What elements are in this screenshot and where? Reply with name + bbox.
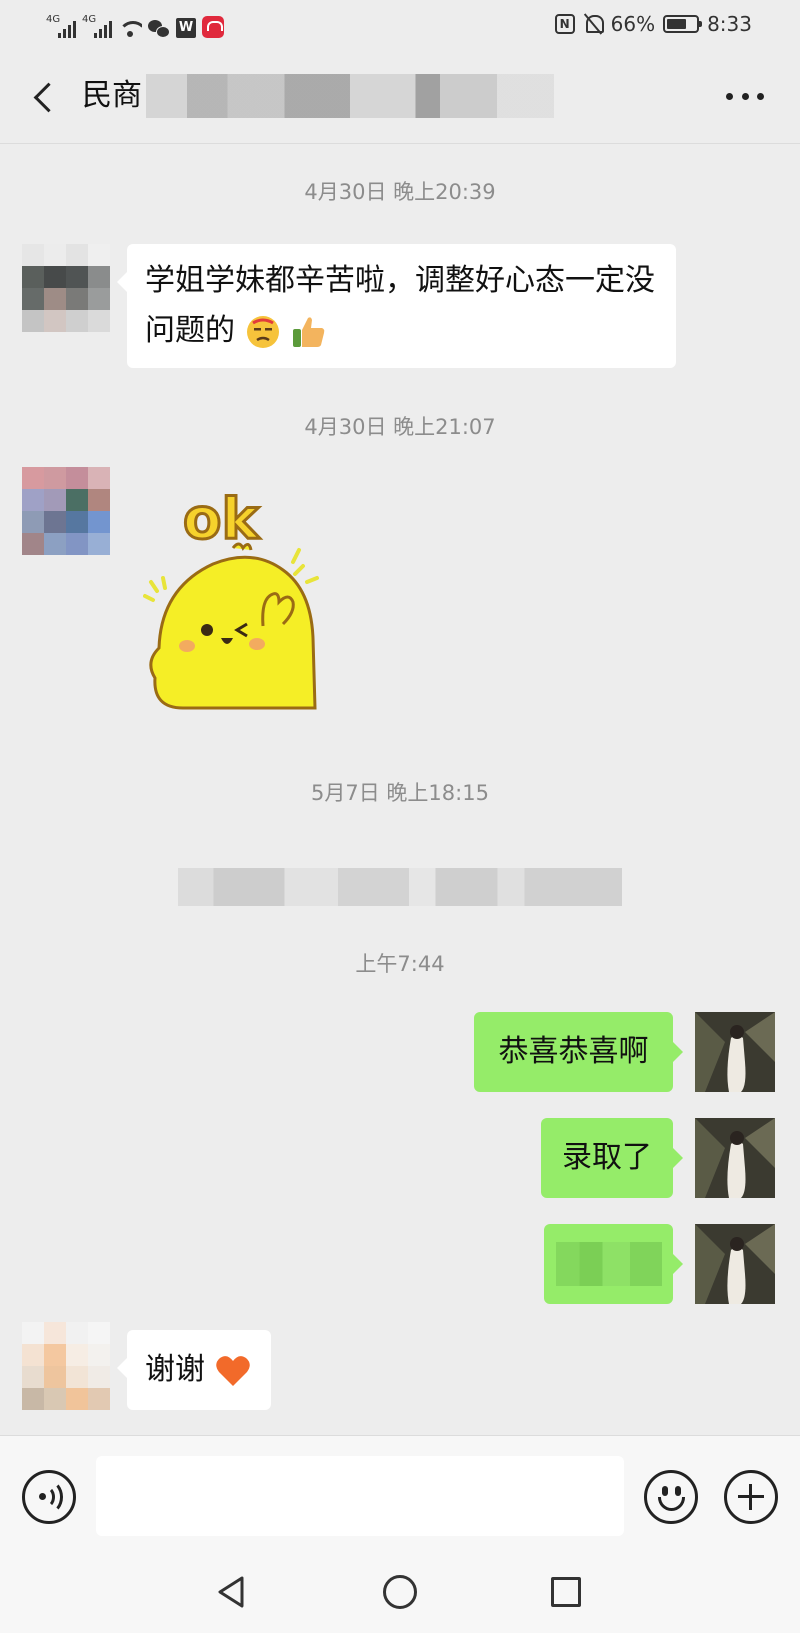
status-right-icons: N 66% 8:33 [554, 10, 752, 38]
chat-header: 民商 [0, 50, 800, 144]
message-bubble-outgoing[interactable]: 录取了 [541, 1118, 683, 1198]
timestamp: 4月30日 晚上21:07 [304, 415, 496, 439]
emoji-icon[interactable] [644, 1470, 698, 1524]
wps-icon: W [176, 18, 196, 38]
avatar[interactable] [695, 1012, 775, 1092]
clock: 8:33 [707, 12, 752, 36]
message-bubble-outgoing[interactable]: 恭喜恭喜啊 [474, 1012, 683, 1092]
battery-icon [663, 15, 703, 33]
message-bubble-incoming[interactable]: 谢谢 [117, 1330, 271, 1410]
chat-title-text: 民商 [82, 78, 142, 113]
home-circle-icon[interactable] [383, 1575, 417, 1609]
status-left-icons: 4G 4G W [46, 10, 224, 38]
recent-square-icon[interactable] [551, 1577, 581, 1607]
more-icon[interactable] [726, 90, 764, 102]
message-text: 录取了 [562, 1140, 652, 1175]
avatar[interactable] [22, 244, 110, 332]
timestamp: 上午7:44 [355, 952, 445, 976]
bell-off-icon [583, 13, 604, 35]
wechat-icon [148, 20, 170, 38]
ok-sticker[interactable]: ok [143, 478, 343, 712]
back-triangle-icon[interactable] [216, 1575, 246, 1609]
message-text: 谢谢 [145, 1352, 205, 1387]
title-redaction [146, 74, 554, 118]
wifi-icon [118, 18, 142, 38]
huawei-icon [202, 16, 224, 38]
nfc-icon: N [554, 14, 575, 34]
chat-title: 民商 [82, 74, 554, 118]
message-input[interactable] [96, 1456, 624, 1536]
avatar[interactable] [22, 467, 110, 555]
avatar[interactable] [22, 1322, 110, 1410]
signal-icon: 4G [46, 14, 76, 38]
avatar[interactable] [695, 1118, 775, 1198]
signal-icon: 4G [82, 14, 112, 38]
chevron-left-icon[interactable] [30, 82, 56, 112]
sticker-ok-text: ok [183, 487, 260, 552]
timestamp: 5月7日 晚上18:15 [311, 781, 489, 805]
system-nav-bar [0, 1555, 800, 1633]
plus-icon[interactable] [724, 1470, 778, 1524]
timestamp: 4月30日 晚上20:39 [304, 180, 496, 204]
message-text: 恭喜恭喜啊 [498, 1034, 649, 1069]
heart-icon [215, 1355, 250, 1386]
message-bubble-outgoing-redacted[interactable] [544, 1224, 683, 1304]
status-bar: 4G 4G W N 66% 8:33 [0, 0, 800, 50]
thumbs-up-icon [293, 316, 325, 347]
voice-icon[interactable] [22, 1470, 76, 1524]
battery-percent: 66% [610, 12, 656, 36]
input-bar [0, 1435, 800, 1555]
message-text: 学姐学妹都辛苦啦，调整好心态一定没问题的 [145, 263, 655, 348]
redaction-mosaic [556, 1242, 662, 1286]
avatar[interactable] [695, 1224, 775, 1304]
message-bubble-incoming[interactable]: 学姐学妹都辛苦啦，调整好心态一定没问题的 [117, 244, 676, 368]
redacted-system-message [178, 868, 622, 906]
sweat-emoji-icon [246, 315, 279, 348]
